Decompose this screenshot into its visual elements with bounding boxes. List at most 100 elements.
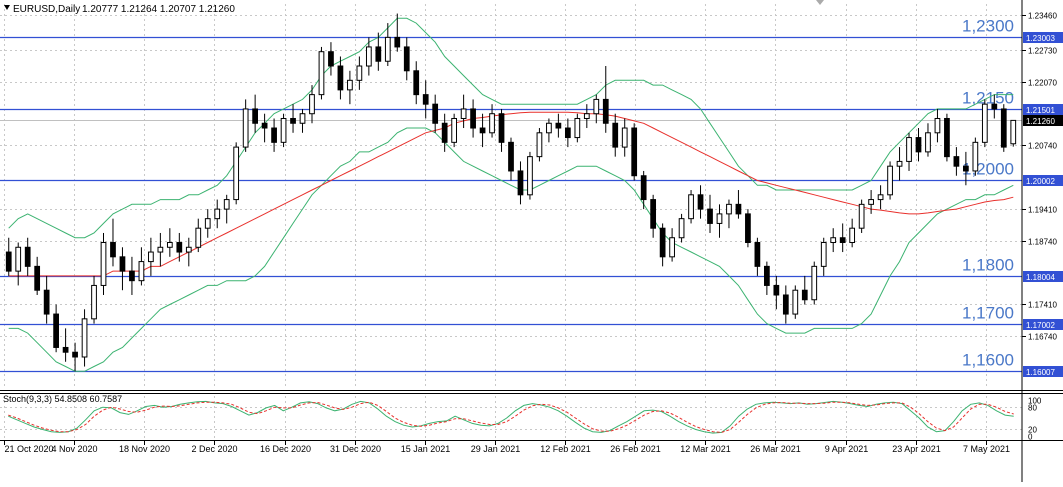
x-tick-label: 7 May 2021 bbox=[963, 444, 1010, 454]
stoch-tick-label: 0 bbox=[1028, 433, 1033, 442]
candle-body bbox=[574, 117, 581, 139]
candle-body bbox=[53, 313, 59, 348]
candle-body bbox=[91, 284, 97, 320]
candle-body bbox=[754, 242, 761, 267]
candle-body bbox=[43, 289, 50, 315]
candle-body bbox=[830, 237, 837, 244]
candle-body bbox=[650, 199, 657, 229]
level-price-tag-text: 1.16007 bbox=[1026, 368, 1055, 377]
candle-body bbox=[148, 251, 154, 263]
candle bbox=[631, 123, 638, 181]
candle-body bbox=[735, 203, 742, 215]
candle-body bbox=[925, 132, 931, 153]
candle-body bbox=[1010, 119, 1017, 145]
candle-body bbox=[81, 318, 88, 358]
candle-body bbox=[110, 242, 116, 258]
candle-body bbox=[166, 242, 173, 248]
candle-body bbox=[972, 141, 979, 172]
candle bbox=[745, 209, 751, 248]
candle-body bbox=[527, 156, 533, 196]
candle bbox=[233, 142, 240, 205]
candle bbox=[678, 213, 685, 243]
candle-body bbox=[195, 227, 202, 248]
candle-body bbox=[858, 203, 865, 229]
y-tick-label: 1.18740 bbox=[1028, 238, 1057, 247]
y-tick-label: 1.16740 bbox=[1028, 333, 1057, 342]
chart-canvas: 1,23001,21501,20001,18001,17001,1600 1.2… bbox=[0, 0, 1063, 482]
candle-body bbox=[849, 227, 856, 244]
candle-body bbox=[602, 98, 609, 124]
candle-body bbox=[157, 246, 164, 253]
level-label: 1,1800 bbox=[962, 256, 1014, 275]
candle bbox=[688, 190, 694, 224]
candle-body bbox=[441, 122, 448, 143]
candle-body bbox=[678, 218, 685, 239]
candle-body bbox=[5, 251, 12, 272]
candle bbox=[792, 285, 799, 319]
x-tick-label: 26 Feb 2021 bbox=[610, 444, 661, 454]
candle bbox=[318, 46, 325, 100]
candle-body bbox=[764, 265, 770, 286]
level-price-tag-text: 1.17002 bbox=[1026, 321, 1055, 330]
candle-body bbox=[15, 246, 22, 272]
y-tick-label: 1.22730 bbox=[1028, 47, 1057, 56]
candle-body bbox=[214, 208, 221, 220]
y-tick-label: 1.20740 bbox=[1028, 142, 1057, 151]
candle-body bbox=[953, 156, 960, 167]
candle-body bbox=[100, 242, 107, 286]
candle-body bbox=[688, 194, 694, 220]
candle-body bbox=[299, 113, 306, 124]
candle-body bbox=[394, 36, 401, 48]
candle-body bbox=[489, 113, 495, 134]
candle-body bbox=[555, 122, 562, 129]
candle-body bbox=[1000, 108, 1007, 148]
candle-body bbox=[612, 122, 619, 148]
candle-body bbox=[375, 46, 382, 62]
candle-body bbox=[697, 194, 704, 210]
candle-body bbox=[944, 117, 950, 158]
candle-body bbox=[773, 284, 780, 296]
candle-body bbox=[479, 127, 486, 134]
candle bbox=[536, 128, 543, 162]
x-tick-label: 16 Dec 2020 bbox=[260, 444, 311, 454]
candle-body bbox=[934, 117, 941, 134]
candle-body bbox=[347, 79, 353, 91]
candle-body bbox=[498, 113, 505, 143]
level-price-tag-text: 1.21501 bbox=[1026, 106, 1055, 115]
candle-body bbox=[318, 51, 325, 96]
candle-body bbox=[877, 194, 884, 201]
candle-body bbox=[72, 351, 78, 358]
candle bbox=[981, 99, 988, 148]
level-price-tag-text: 1.20002 bbox=[1026, 177, 1055, 186]
candle-body bbox=[451, 117, 458, 143]
candle bbox=[574, 113, 581, 143]
y-tick-label: 1.22070 bbox=[1028, 79, 1057, 88]
x-tick-label: 23 Apr 2021 bbox=[892, 444, 941, 454]
x-tick-label: 2 Dec 2020 bbox=[191, 444, 237, 454]
symbol-label: EURUSD,Daily bbox=[13, 4, 80, 15]
candle bbox=[858, 199, 865, 233]
candle-body bbox=[726, 203, 732, 215]
candle-body bbox=[252, 108, 259, 124]
candle-body bbox=[546, 122, 552, 134]
x-tick-label: 31 Dec 2020 bbox=[330, 444, 381, 454]
candle-body bbox=[129, 270, 135, 282]
candle-body bbox=[868, 199, 874, 205]
candle bbox=[944, 113, 950, 162]
candle-body bbox=[261, 122, 268, 129]
candle bbox=[1010, 119, 1017, 147]
x-tick-label: 12 Mar 2021 bbox=[680, 444, 731, 454]
level-label: 1,2300 bbox=[962, 17, 1014, 36]
candle-body bbox=[631, 127, 638, 177]
x-tick-label: 12 Feb 2021 bbox=[540, 444, 591, 454]
candle bbox=[972, 137, 979, 176]
candle-body bbox=[403, 46, 410, 72]
candle-body bbox=[981, 103, 988, 143]
candle-body bbox=[280, 117, 287, 143]
y-tick-label: 1.17410 bbox=[1028, 301, 1057, 310]
candle-body bbox=[963, 165, 969, 172]
candle-body bbox=[413, 70, 420, 96]
x-tick-label: 21 Oct 2020 bbox=[5, 444, 54, 454]
candle-body bbox=[887, 165, 893, 196]
candle-body bbox=[564, 127, 571, 139]
